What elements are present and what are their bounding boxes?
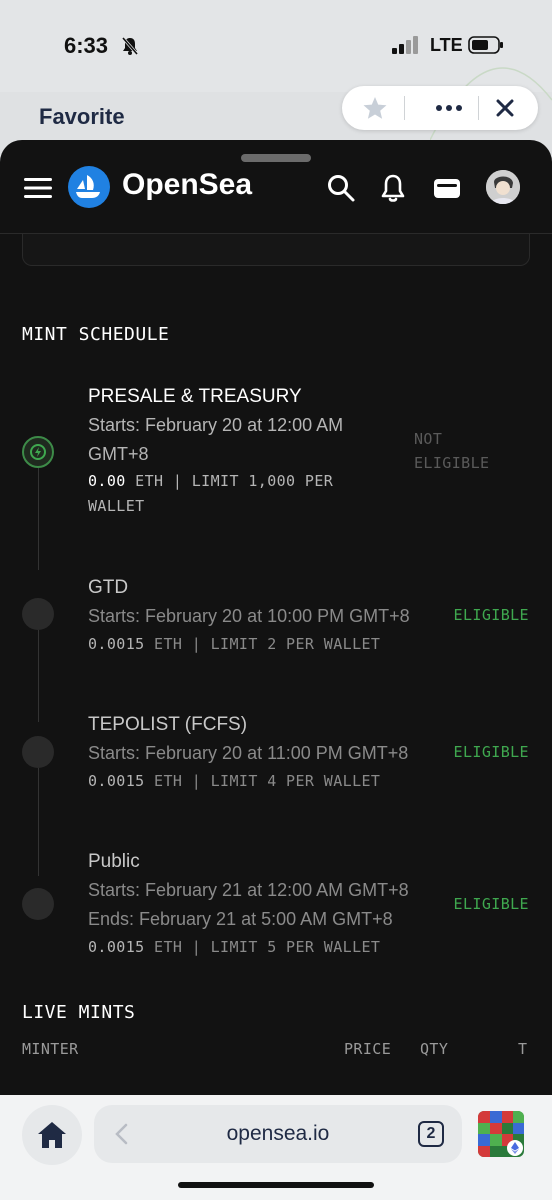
url-text[interactable]: opensea.io xyxy=(94,1122,462,1146)
stage-start: Starts: February 21 at 12:00 AM GMT+8 xyxy=(88,880,409,900)
wallet-icon[interactable] xyxy=(432,173,462,203)
home-button[interactable] xyxy=(22,1105,82,1165)
status-time: 6:33 xyxy=(64,33,109,58)
hamburger-menu-icon[interactable] xyxy=(24,177,52,199)
home-indicator xyxy=(178,1182,374,1188)
stage-status-line1: NOT xyxy=(414,430,443,448)
stage-dot xyxy=(22,736,54,768)
browser-bottom-bar: opensea.io 2 xyxy=(0,1095,552,1200)
stage-limit: ETH | LIMIT 1,000 PER xyxy=(125,472,334,490)
stage-price-limit: 0.0015 ETH | LIMIT 4 PER WALLET xyxy=(88,772,380,790)
stage-price-limit: 0.0015 ETH | LIMIT 2 PER WALLET xyxy=(88,635,380,653)
stage-price-limit: 0.00 ETH | LIMIT 1,000 PER xyxy=(88,472,333,490)
stage-name: GTD xyxy=(88,577,129,598)
tab-count-button[interactable]: 2 xyxy=(418,1121,444,1147)
status-bar: 6:33 LTE xyxy=(0,0,552,140)
stage-name: PRESALE & TREASURY xyxy=(88,386,302,407)
column-header-minter[interactable]: MINTER xyxy=(22,1040,79,1058)
opensea-sheet: OpenSea MINT SCHEDULE PRESALE & TREASURY… xyxy=(0,140,552,1095)
url-bar[interactable]: opensea.io 2 xyxy=(94,1105,462,1163)
stage-end: Ends: February 21 at 5:00 AM GMT+8 xyxy=(88,909,393,929)
stage-limit: ETH | LIMIT 4 PER WALLET xyxy=(144,772,381,790)
stage-status-eligible: ELIGIBLE xyxy=(453,743,529,761)
notification-bell-icon[interactable] xyxy=(378,173,408,203)
stage-price-value: 0.0015 xyxy=(88,635,145,653)
stage-dot xyxy=(22,598,54,630)
live-mints-title: LIVE MINTS xyxy=(22,1002,136,1023)
cellular-signal-icon xyxy=(392,36,418,54)
stage-status-eligible: ELIGIBLE xyxy=(453,606,529,624)
stage-start-tz: GMT+8 xyxy=(88,444,149,464)
stage-name: Public xyxy=(88,851,140,872)
nft-thumbnail[interactable] xyxy=(478,1111,524,1157)
column-header-qty[interactable]: QTY xyxy=(420,1040,448,1058)
more-options-icon[interactable] xyxy=(434,96,464,120)
stage-dot xyxy=(22,888,54,920)
timeline-connector xyxy=(38,768,39,876)
search-icon[interactable] xyxy=(326,173,356,203)
column-header-price[interactable]: PRICE xyxy=(344,1040,391,1058)
home-icon xyxy=(38,1122,66,1148)
favorite-star-icon[interactable] xyxy=(362,96,388,120)
bell-off-icon xyxy=(121,37,139,55)
stage-start: Starts: February 20 at 12:00 AM xyxy=(88,415,344,435)
stage-limit: ETH | LIMIT 5 PER WALLET xyxy=(144,938,381,956)
stage-price-value: 0.0015 xyxy=(88,772,145,790)
pill-divider xyxy=(404,96,405,120)
mint-schedule-title: MINT SCHEDULE xyxy=(22,324,170,345)
stage-limit: ETH | LIMIT 2 PER WALLET xyxy=(144,635,381,653)
previous-card xyxy=(22,234,530,266)
stage-price-limit: 0.0015 ETH | LIMIT 5 PER WALLET xyxy=(88,938,380,956)
timeline-connector xyxy=(38,630,39,722)
top-navigation: OpenSea xyxy=(0,140,552,234)
column-header-time[interactable]: T xyxy=(518,1040,527,1058)
stage-name: TEPOLIST (FCFS) xyxy=(88,714,248,735)
browser-tab-label[interactable]: Favorite xyxy=(39,104,125,130)
stage-limit-cont: WALLET xyxy=(88,497,145,515)
user-avatar[interactable] xyxy=(486,170,520,204)
stage-start: Starts: February 20 at 11:00 PM GMT+8 xyxy=(88,743,409,763)
stage-active-icon xyxy=(22,436,54,468)
stage-start: Starts: February 20 at 10:00 PM GMT+8 xyxy=(88,606,410,626)
opensea-logo-icon[interactable] xyxy=(68,166,110,208)
timeline-connector xyxy=(38,468,39,570)
stage-status-line2: ELIGIBLE xyxy=(414,454,490,472)
pill-divider xyxy=(478,96,479,120)
stage-price-value: 0.00 xyxy=(88,472,126,490)
stage-price-value: 0.0015 xyxy=(88,938,145,956)
browser-action-pill xyxy=(342,86,538,130)
brand-name[interactable]: OpenSea xyxy=(122,168,252,202)
close-icon[interactable] xyxy=(494,97,516,119)
stage-status-eligible: ELIGIBLE xyxy=(453,895,529,913)
